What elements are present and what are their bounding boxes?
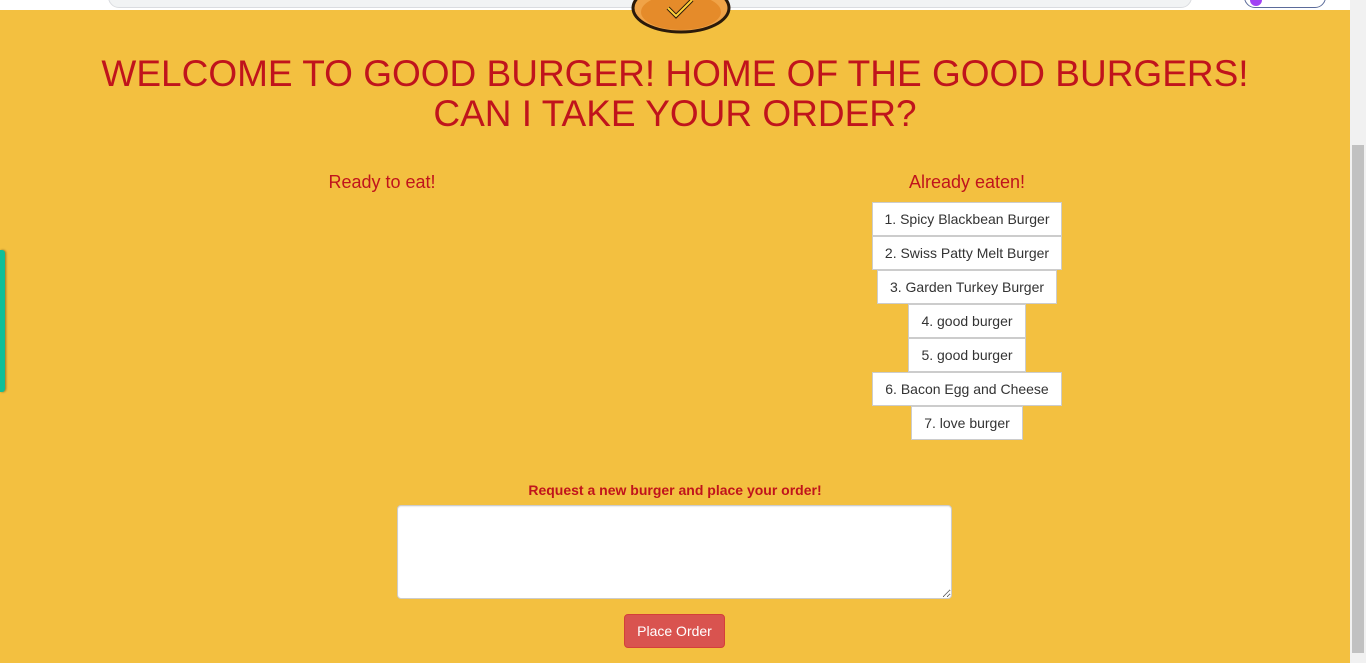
eaten-burger-item[interactable]: 1. Spicy Blackbean Burger	[871, 202, 1063, 236]
eaten-burger-item[interactable]: 7. love burger	[911, 406, 1023, 440]
list-item: 5. good burger	[767, 338, 1167, 372]
page: WELCOME TO GOOD BURGER! HOME OF THE GOOD…	[0, 0, 1366, 663]
eaten-burger-item[interactable]: 4. good burger	[908, 304, 1026, 338]
list-item: 3. Garden Turkey Burger	[767, 270, 1167, 304]
order-form-label: Request a new burger and place your orde…	[528, 482, 822, 498]
eaten-burger-item[interactable]: 3. Garden Turkey Burger	[876, 270, 1058, 304]
burger-name-input[interactable]	[397, 505, 952, 599]
page-title-line1: WELCOME TO GOOD BURGER! HOME OF THE GOOD…	[101, 53, 1249, 94]
list-item: 2. Swiss Patty Melt Burger	[767, 236, 1167, 270]
feedback-side-tab[interactable]	[0, 250, 5, 392]
eaten-burger-item[interactable]: 6. Bacon Egg and Cheese	[872, 372, 1062, 406]
page-title: WELCOME TO GOOD BURGER! HOME OF THE GOOD…	[0, 54, 1350, 134]
list-item: 7. love burger	[767, 406, 1167, 440]
already-eaten-heading: Already eaten!	[908, 172, 1026, 192]
list-item: 1. Spicy Blackbean Burger	[767, 202, 1167, 236]
burger-logo-icon	[631, 0, 731, 34]
ready-to-eat-heading: Ready to eat!	[328, 172, 436, 192]
eaten-burger-item[interactable]: 2. Swiss Patty Melt Burger	[871, 236, 1063, 270]
scrollbar-thumb[interactable]	[1352, 145, 1364, 653]
list-item: 4. good burger	[767, 304, 1167, 338]
list-item: 6. Bacon Egg and Cheese	[767, 372, 1167, 406]
already-eaten-list: 1. Spicy Blackbean Burger 2. Swiss Patty…	[767, 202, 1167, 440]
eaten-burger-item[interactable]: 5. good burger	[908, 338, 1026, 372]
place-order-button[interactable]: Place Order	[624, 614, 725, 648]
page-title-line2: CAN I TAKE YOUR ORDER?	[433, 93, 917, 134]
